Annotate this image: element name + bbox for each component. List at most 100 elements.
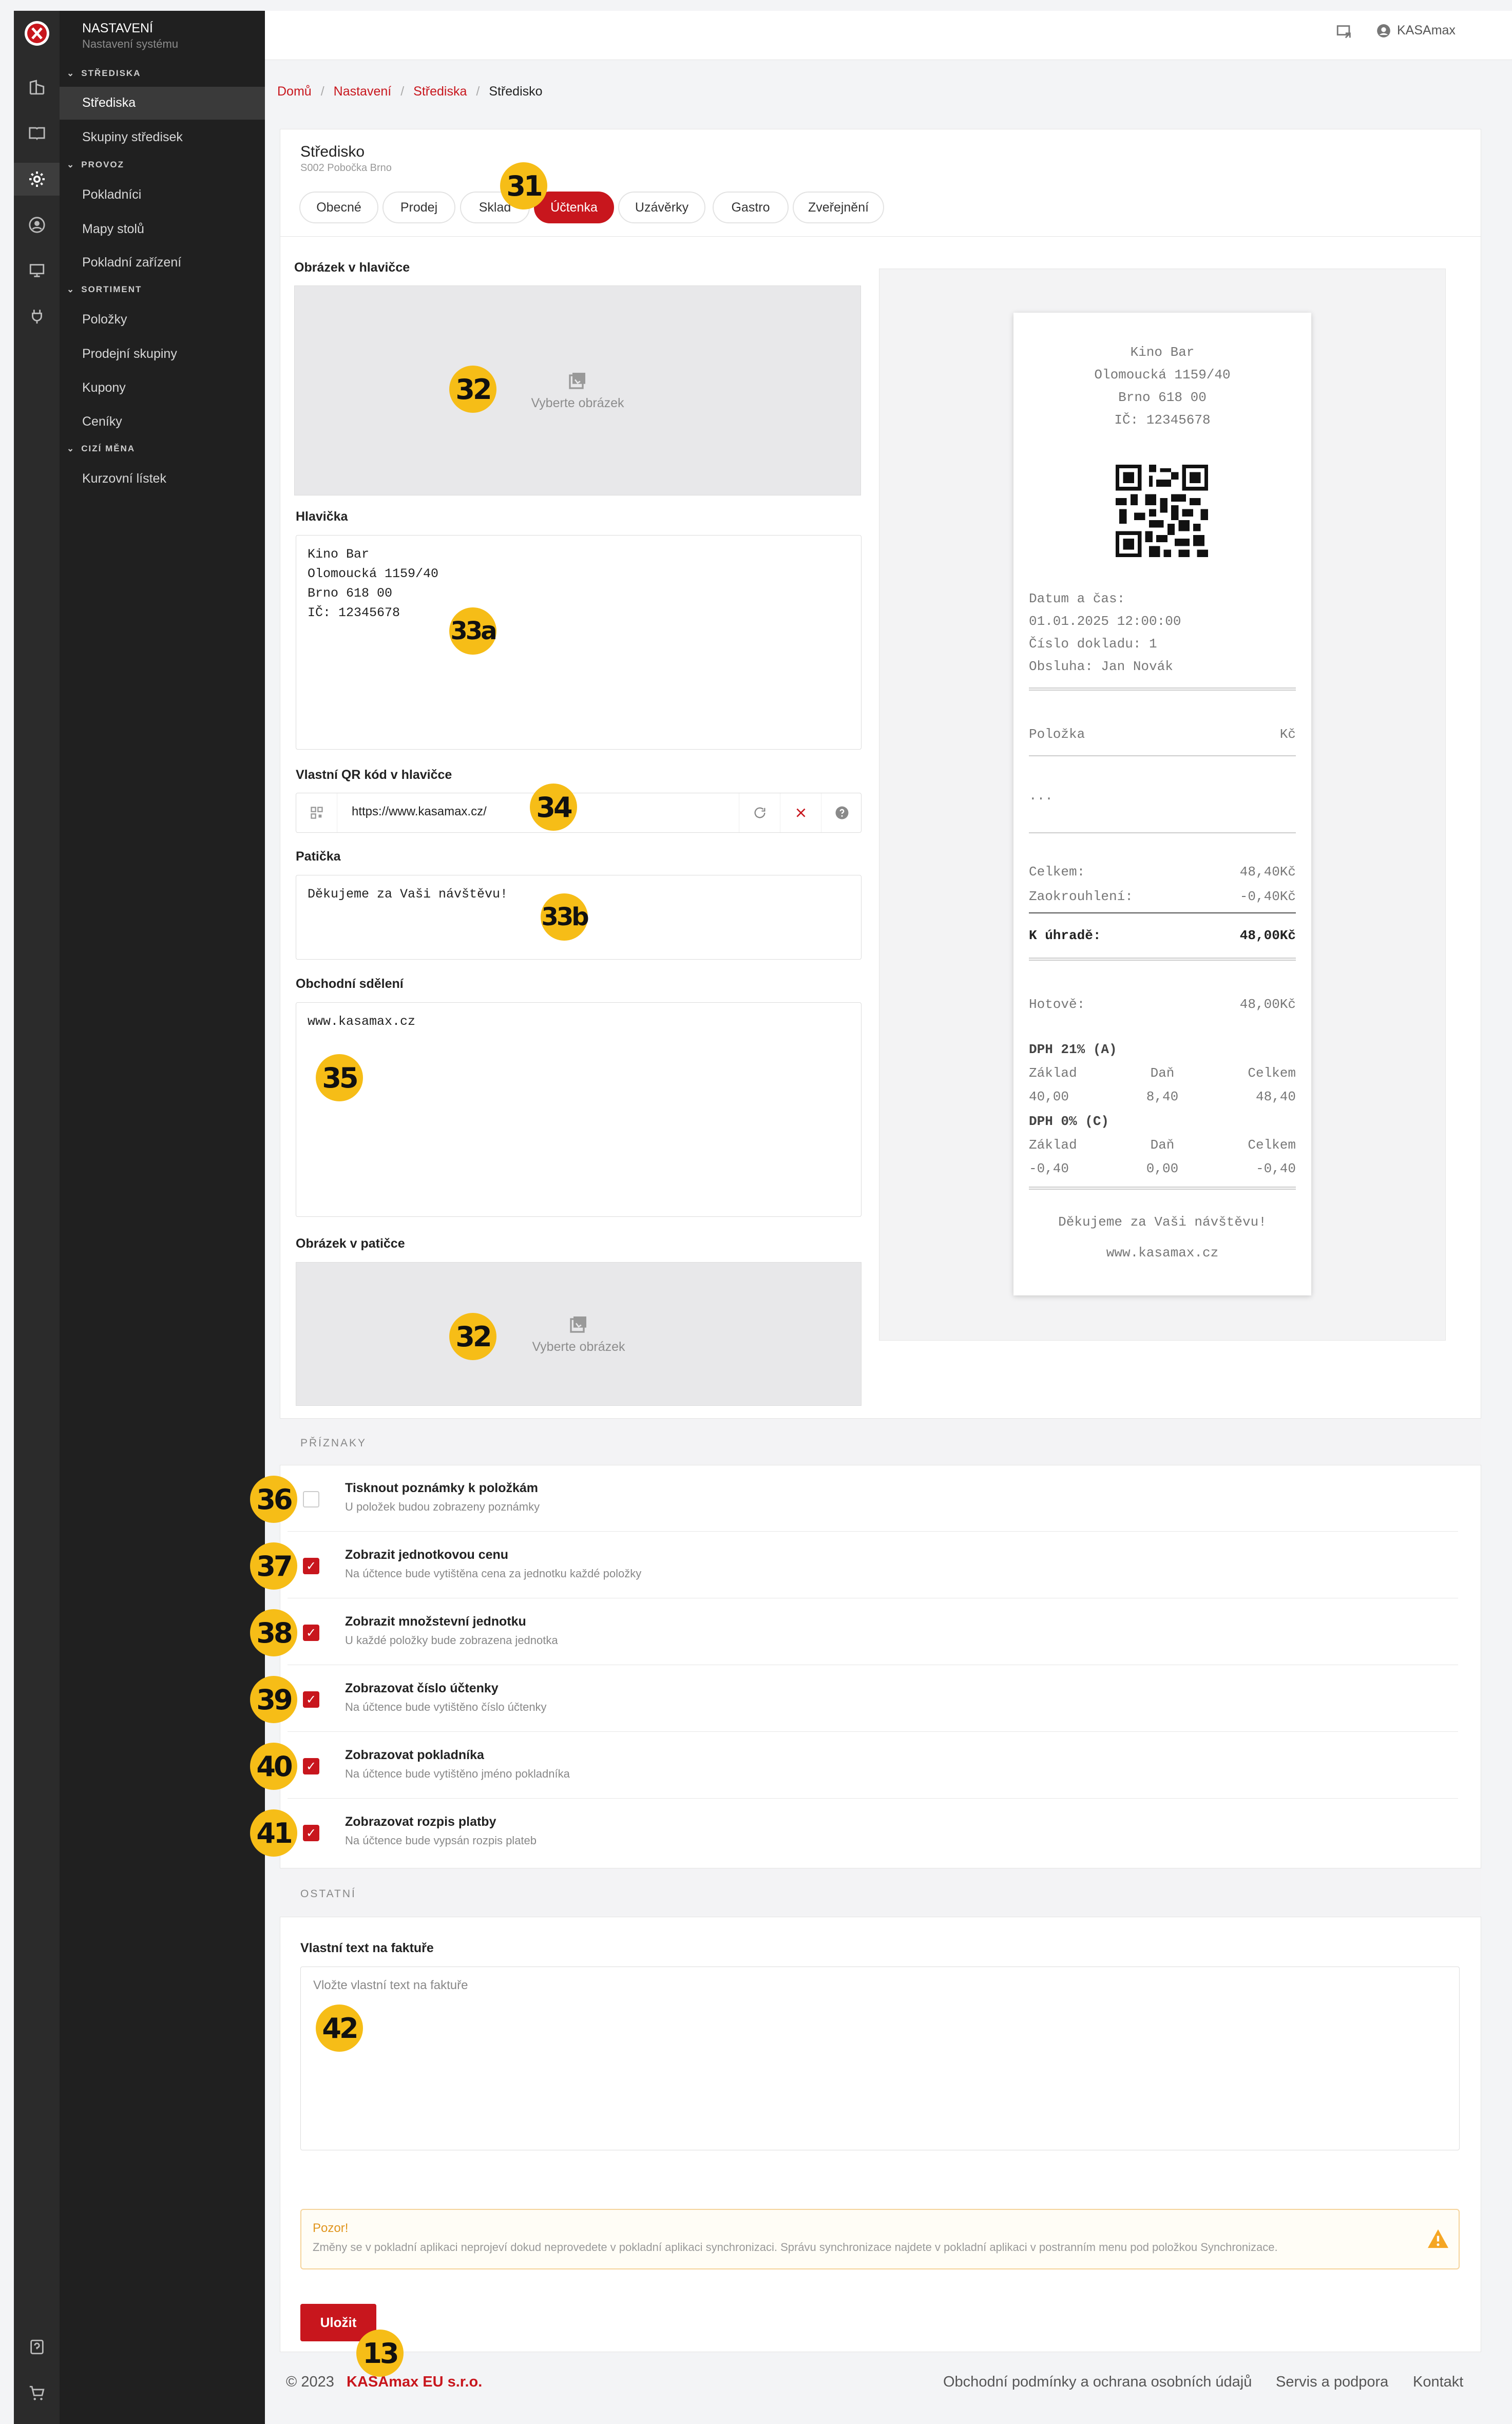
- flag-row[interactable]: ✓ Zobrazovat číslo účtenky Na účtence bu…: [288, 1666, 1458, 1732]
- qr-input-group: https://www.kasamax.cz/: [296, 793, 862, 833]
- check-icon: ✓: [305, 1559, 317, 1573]
- pos-terminal-icon[interactable]: [14, 254, 60, 287]
- callout-badge: 42: [316, 2005, 363, 2052]
- page-title: Středisko: [300, 143, 365, 160]
- receipt-total-row: Celkem: 48,40Kč: [1029, 864, 1296, 880]
- receipt-line: [1029, 755, 1296, 756]
- receipt-items-header: Položka Kč: [1029, 727, 1296, 742]
- invoice-text-label: Vlastní text na faktuře: [300, 1941, 434, 1955]
- receipt-vat-title: DPH 21% (A): [1029, 1042, 1117, 1057]
- footer-image-placeholder: Vyberte obrázek: [532, 1339, 625, 1354]
- tab-uzaverky[interactable]: Uzávěrky: [618, 192, 705, 223]
- sidebar-item-prodejni-skupiny[interactable]: Prodejní skupiny: [82, 347, 177, 361]
- flag-checkbox[interactable]: ✓: [303, 1558, 319, 1574]
- receipt-qr-code: [1116, 465, 1208, 561]
- footer-company-link[interactable]: KASAmax EU s.r.o.: [347, 2374, 482, 2391]
- flag-row[interactable]: ✓ Zobrazit jednotkovou cenu Na účtence b…: [288, 1532, 1458, 1598]
- flag-row[interactable]: ✓ Zobrazit množstevní jednotku U každé p…: [288, 1599, 1458, 1665]
- flag-title: Zobrazit jednotkovou cenu: [345, 1548, 509, 1562]
- flag-title: Zobrazit množstevní jednotku: [345, 1614, 526, 1629]
- sidebar-item-pokladnici[interactable]: Pokladníci: [82, 187, 141, 202]
- qr-label: Vlastní QR kód v hlavičce: [296, 768, 452, 782]
- user-icon[interactable]: [14, 208, 60, 241]
- sidebar-section-sortiment[interactable]: ⌄ SORTIMENT: [67, 284, 142, 295]
- header-textarea[interactable]: Kino Bar Olomoucká 1159/40 Brno 618 00 I…: [296, 535, 862, 750]
- flag-checkbox[interactable]: [303, 1491, 319, 1507]
- qr-code-icon: [296, 793, 337, 832]
- clear-icon[interactable]: [780, 793, 821, 832]
- refresh-icon[interactable]: [739, 793, 780, 832]
- plug-icon[interactable]: [14, 300, 60, 333]
- flag-description: Na účtence bude vytištěna cena za jednot…: [345, 1567, 642, 1580]
- callout-badge: 37: [250, 1542, 297, 1590]
- tab-prodej[interactable]: Prodej: [382, 192, 455, 223]
- tab-zverejneni[interactable]: Zveřejnění: [793, 192, 884, 223]
- flag-checkbox[interactable]: ✓: [303, 1625, 319, 1641]
- tab-uctenka[interactable]: Účtenka: [534, 192, 614, 223]
- qr-url-input[interactable]: https://www.kasamax.cz/: [352, 805, 487, 819]
- flag-row[interactable]: ✓ Zobrazovat rozpis platby Na účtence bu…: [288, 1799, 1458, 1865]
- sidebar-item-skupiny-stredisek[interactable]: Skupiny středisek: [82, 130, 183, 145]
- app-logo[interactable]: [14, 17, 60, 50]
- chevron-down-icon: ⌄: [67, 160, 75, 169]
- building-icon[interactable]: [14, 71, 60, 104]
- footer-text-label: Patička: [296, 849, 341, 864]
- sidebar-item-mapy-stolu[interactable]: Mapy stolů: [82, 222, 144, 237]
- callout-badge: 13: [356, 2330, 404, 2377]
- sidebar-item-kurzovni-listek[interactable]: Kurzovní lístek: [82, 471, 166, 486]
- flag-row[interactable]: ✓ Zobrazovat pokladníka Na účtence bude …: [288, 1732, 1458, 1799]
- business-textarea[interactable]: www.kasamax.cz: [296, 1002, 862, 1217]
- check-icon: ✓: [305, 1826, 317, 1840]
- callout-badge: 38: [250, 1609, 297, 1656]
- invoice-textarea[interactable]: Vložte vlastní text na faktuře: [300, 1967, 1460, 2150]
- header-image-label: Obrázek v hlavičce: [294, 260, 410, 275]
- screen-share-icon[interactable]: [1335, 23, 1353, 43]
- footer-link-terms[interactable]: Obchodní podmínky a ochrana osobních úda…: [943, 2374, 1252, 2391]
- sidebar-section-strediska[interactable]: ⌄ STŘEDISKA: [67, 68, 141, 79]
- receipt-vat-title: DPH 0% (C): [1029, 1114, 1109, 1129]
- callout-badge: 40: [250, 1743, 297, 1790]
- breadcrumb-nastaveni[interactable]: Nastavení: [334, 84, 392, 99]
- check-icon: ✓: [305, 1692, 317, 1707]
- breadcrumb-home[interactable]: Domů: [277, 84, 312, 99]
- sidebar-item-ceniky[interactable]: Ceníky: [82, 414, 122, 429]
- footer-image-picker[interactable]: Vyberte obrázek: [296, 1262, 862, 1406]
- callout-badge: 33a: [449, 607, 497, 655]
- tab-gastro[interactable]: Gastro: [713, 192, 789, 223]
- settings-gear-icon[interactable]: [14, 163, 60, 196]
- sidebar-section-cizi-mena[interactable]: ⌄ CIZÍ MĚNA: [67, 444, 135, 454]
- callout-badge: 39: [250, 1676, 297, 1723]
- receipt-to-pay-row: K úhradě: 48,00Kč: [1029, 928, 1296, 943]
- flag-checkbox[interactable]: ✓: [303, 1825, 319, 1841]
- footer-link-contact[interactable]: Kontakt: [1413, 2374, 1463, 2391]
- receipt-vat-values: -0,40 0,00 -0,40: [1029, 1161, 1296, 1176]
- flag-checkbox[interactable]: ✓: [303, 1691, 319, 1708]
- breadcrumb-strediska[interactable]: Střediska: [413, 84, 467, 99]
- help-icon[interactable]: [821, 793, 862, 832]
- sidebar-item-pokladni-zarizeni[interactable]: Pokladní zařízení: [82, 255, 181, 270]
- sidebar-section-provoz[interactable]: ⌄ PROVOZ: [67, 160, 124, 170]
- sidebar-item-polozky[interactable]: Položky: [82, 312, 127, 327]
- chevron-down-icon: ⌄: [67, 68, 75, 78]
- sidebar-item-kupony[interactable]: Kupony: [82, 380, 126, 395]
- warning-title: Pozor!: [313, 2221, 349, 2235]
- sidebar-item-strediska[interactable]: Střediska: [82, 96, 136, 110]
- receipt-vat-values: 40,00 8,40 48,40: [1029, 1089, 1296, 1104]
- tab-obecne[interactable]: Obecné: [299, 192, 378, 223]
- flag-row[interactable]: Tisknout poznámky k položkám U položek b…: [288, 1465, 1458, 1532]
- chevron-down-icon: ⌄: [67, 444, 75, 453]
- book-icon[interactable]: [14, 117, 60, 149]
- flag-checkbox[interactable]: ✓: [303, 1758, 319, 1774]
- page-subtitle: S002 Pobočka Brno: [300, 162, 392, 174]
- help-book-icon[interactable]: [14, 2331, 60, 2363]
- footer-image-label: Obrázek v patičce: [296, 1236, 405, 1251]
- flag-description: Na účtence bude vytištěno číslo účtenky: [345, 1701, 547, 1713]
- footer-link-support[interactable]: Servis a podpora: [1276, 2374, 1388, 2391]
- cart-icon[interactable]: [14, 2377, 60, 2410]
- callout-badge: 36: [250, 1476, 297, 1523]
- image-icon: [569, 373, 585, 389]
- receipt-line: [1029, 912, 1296, 913]
- header-image-picker[interactable]: Vyberte obrázek: [294, 285, 861, 495]
- receipt-datetime: 01.01.2025 12:00:00: [1029, 614, 1181, 629]
- user-menu[interactable]: KASAmax: [1376, 23, 1456, 38]
